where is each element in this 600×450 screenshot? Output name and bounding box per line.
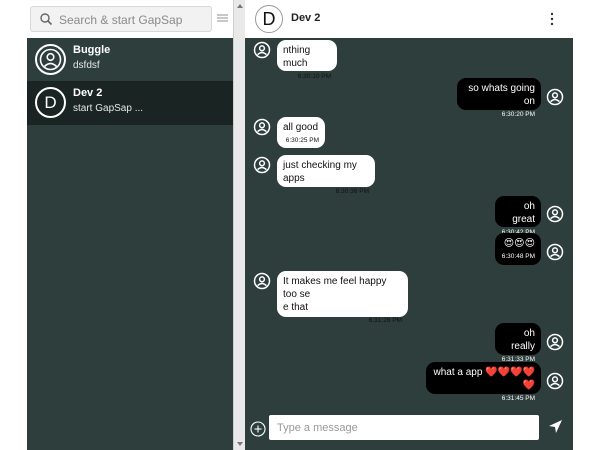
message-list[interactable]: nthing much 6:30:10 PM so whats going on 6:… (245, 38, 573, 410)
contact-avatar[interactable]: D (255, 5, 283, 33)
person-icon (546, 88, 564, 106)
message-row: so whats going on 6:30:20 PM (245, 78, 573, 118)
message-input[interactable] (269, 415, 539, 440)
message-timestamp: 6:30:48 PM (501, 253, 535, 260)
message-avatar (253, 41, 271, 59)
conversation-panel: D Dev 2 nthing much 6:30:10 PM so whats go… (245, 0, 573, 450)
message-timestamp: 6:30:36 PM (335, 188, 369, 195)
message-text: what a app ❤️❤️❤️❤️❤️ (433, 367, 535, 391)
add-attachment-icon[interactable] (250, 421, 266, 437)
person-icon (253, 118, 271, 136)
search-input[interactable] (59, 10, 209, 29)
message-avatar (546, 243, 564, 261)
person-icon (546, 372, 564, 390)
person-icon (546, 333, 564, 351)
message-text: 😍😍😍 (503, 238, 535, 249)
outgoing-message-bubble[interactable]: oh really 6:31:33 PM (495, 323, 541, 363)
incoming-message-bubble[interactable]: just checking my apps 6:30:36 PM (277, 155, 375, 195)
sidebar-scrollbar[interactable] (233, 0, 245, 450)
contact-name[interactable]: Dev 2 (291, 12, 320, 24)
message-avatar (253, 272, 271, 290)
person-icon (253, 156, 271, 174)
chat-name: Dev 2 (73, 87, 103, 99)
chat-list-item-dev-2[interactable]: D Dev 2 start GapSap ... (27, 81, 233, 125)
message-avatar (546, 88, 564, 106)
incoming-message-bubble[interactable]: nthing much 6:30:10 PM (277, 40, 337, 80)
chat-preview: dsfdsf (73, 60, 100, 71)
message-text: It makes me feel happy too se e that (283, 276, 387, 313)
message-timestamp: 6:30:25 PM (285, 137, 319, 144)
person-icon (546, 205, 564, 223)
filter-menu-icon[interactable] (216, 12, 229, 24)
person-icon (546, 243, 564, 261)
message-text: so whats going on (468, 83, 535, 107)
message-row: oh great6:30:42 PM (245, 196, 573, 236)
message-avatar (546, 205, 564, 223)
avatar (35, 44, 66, 75)
more-options-icon[interactable] (549, 12, 555, 26)
outgoing-message-bubble[interactable]: what a app ❤️❤️❤️❤️❤️ 6:31:45 PM (426, 362, 541, 402)
message-text: oh really (511, 328, 535, 352)
message-row: all good 6:30:25 PM (245, 117, 573, 148)
avatar: D (35, 87, 66, 118)
message-text: oh great (512, 201, 535, 225)
message-row: nthing much 6:30:10 PM (245, 40, 573, 80)
message-text: nthing much (283, 45, 311, 69)
message-row: 😍😍😍 6:30:48 PM (245, 233, 573, 265)
person-icon (253, 41, 271, 59)
person-icon (253, 272, 271, 290)
chat-list-sidebar: Buggle dsfdsf D Dev 2 start GapSap ... (27, 0, 233, 450)
message-text: just checking my apps (283, 160, 357, 184)
person-icon (39, 48, 62, 71)
send-icon[interactable] (548, 419, 563, 434)
messenger-app: Buggle dsfdsf D Dev 2 start GapSap ... D… (0, 0, 600, 450)
incoming-message-bubble[interactable]: all good 6:30:25 PM (277, 117, 325, 148)
outgoing-message-bubble[interactable]: so whats going on 6:30:20 PM (457, 78, 541, 118)
scroll-down-arrow-icon[interactable] (237, 442, 243, 446)
incoming-message-bubble[interactable]: It makes me feel happy too se e that 6:31… (277, 271, 408, 324)
message-avatar (546, 372, 564, 390)
message-row: what a app ❤️❤️❤️❤️❤️ 6:31:45 PM (245, 362, 573, 402)
sidebar-header (27, 0, 233, 38)
message-row: It makes me feel happy too se e that 6:31… (245, 271, 573, 324)
outgoing-message-bubble[interactable]: 😍😍😍 6:30:48 PM (495, 233, 541, 265)
conversation-header: D Dev 2 (245, 0, 573, 38)
chat-preview: start GapSap ... (73, 103, 144, 114)
scroll-up-arrow-icon[interactable] (237, 4, 243, 8)
window-margin (573, 0, 600, 450)
message-composer (245, 410, 573, 450)
message-avatar (546, 333, 564, 351)
avatar-letter: D (44, 93, 57, 112)
message-text: all good (283, 122, 319, 133)
message-avatar (253, 156, 271, 174)
outgoing-message-bubble[interactable]: oh great6:30:42 PM (495, 196, 541, 236)
chat-name: Buggle (73, 44, 111, 56)
search-box[interactable] (30, 6, 212, 32)
message-timestamp: 6:31:45 PM (501, 395, 535, 402)
message-avatar (253, 118, 271, 136)
chat-list-item-buggle[interactable]: Buggle dsfdsf (27, 38, 233, 82)
message-row: just checking my apps 6:30:36 PM (245, 155, 573, 195)
message-row: oh really 6:31:33 PM (245, 323, 573, 363)
search-icon (40, 13, 53, 26)
